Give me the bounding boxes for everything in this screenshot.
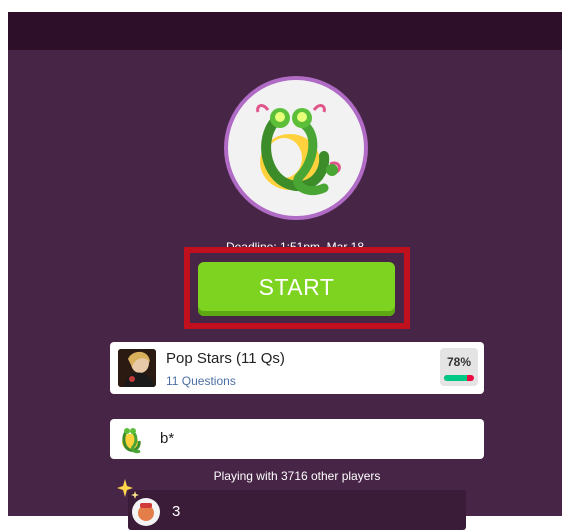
rank-number: 3 <box>172 503 181 520</box>
quiz-logo-avatar <box>224 76 368 220</box>
quiz-title: Pop Stars (11 Qs) <box>166 350 285 367</box>
dragon-q-avatar-icon <box>122 428 141 454</box>
avatar-icon <box>133 499 159 525</box>
player-avatar <box>116 424 146 454</box>
rank-avatar <box>132 498 160 526</box>
dragon-q-logo-icon <box>256 104 341 196</box>
quiz-question-count: 11 Questions <box>166 374 236 388</box>
player-name: b* <box>160 430 175 447</box>
accuracy-bar <box>444 375 474 381</box>
pop-star-thumbnail <box>118 349 156 387</box>
accuracy-badge: 78% <box>440 348 478 386</box>
players-count-text: Playing with 3716 other players <box>213 469 381 483</box>
accuracy-percent: 78% <box>446 355 472 369</box>
start-button[interactable]: START <box>198 262 395 316</box>
quiz-card[interactable]: Pop Stars (11 Qs) 11 Questions 78% <box>110 342 484 394</box>
accuracy-bar-fill <box>444 375 468 381</box>
player-card[interactable]: b* <box>110 419 484 459</box>
quiz-thumbnail <box>118 349 156 387</box>
top-bar <box>8 12 562 50</box>
